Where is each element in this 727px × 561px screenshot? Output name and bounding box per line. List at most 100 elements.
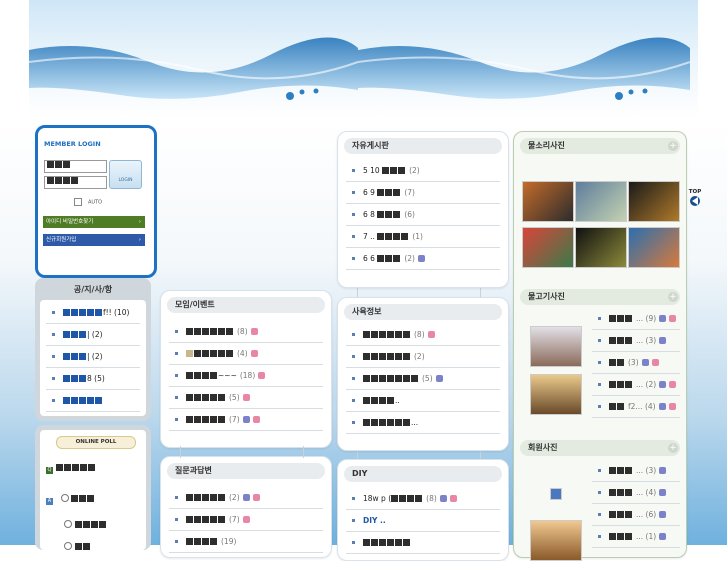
notice-item-text: | (2) xyxy=(87,352,103,361)
list-item[interactable]: | (2) xyxy=(46,346,140,368)
list-item-text: ... (1) xyxy=(636,532,657,541)
login-button[interactable]: LOGIN xyxy=(109,160,142,189)
poll-option[interactable]: A xyxy=(46,494,95,505)
id-input[interactable] xyxy=(44,160,107,173)
list-item[interactable]: ... xyxy=(346,412,500,434)
list-item[interactable]: (3) xyxy=(592,352,680,374)
find-account-button[interactable]: 아이디 비밀번호찾기 › xyxy=(43,216,145,228)
join-button[interactable]: 신규회원가입 › xyxy=(43,234,145,246)
new-icon xyxy=(252,494,260,501)
list-item[interactable]: ... (2) xyxy=(592,374,680,396)
list-item[interactable]: ... (3) xyxy=(592,330,680,352)
comment-count: (1) xyxy=(412,232,423,241)
list-item[interactable] xyxy=(46,390,140,412)
list-item[interactable]: ... (4) xyxy=(592,482,680,504)
list-item[interactable]: (7) xyxy=(169,509,323,531)
comment-count: (8) xyxy=(237,327,248,336)
poll-radio[interactable] xyxy=(64,542,72,550)
diy-panel: DIY 18w p ((8) DIY .. xyxy=(337,459,509,561)
list-item-text: 7 .. xyxy=(363,232,375,241)
broken-image-icon xyxy=(550,488,562,500)
list-item-text: 6 8 xyxy=(363,210,375,219)
plus-icon[interactable]: + xyxy=(668,141,678,151)
list-item[interactable] xyxy=(346,532,500,554)
plus-icon[interactable]: + xyxy=(668,292,678,302)
list-item[interactable]: 7 .. (1) xyxy=(346,226,500,248)
list-item[interactable]: 5 10 (2) xyxy=(346,160,500,182)
thumbnail[interactable] xyxy=(522,181,574,222)
auto-login-checkbox[interactable] xyxy=(74,198,82,206)
list-item[interactable]: .. xyxy=(346,390,500,412)
list-item[interactable]: (5) xyxy=(169,387,323,409)
free-board-panel: 자유게시판 5 10 (2) 6 9 (7) 6 8 (6) 7 .. (1) … xyxy=(337,131,509,288)
list-item[interactable]: | (2) xyxy=(46,324,140,346)
fish-icon xyxy=(690,196,700,206)
list-item[interactable]: f2... (4) xyxy=(592,396,680,418)
photo-icon xyxy=(242,494,250,501)
list-item[interactable]: (2) xyxy=(346,346,500,368)
list-item[interactable]: ... (3) xyxy=(592,460,680,482)
thumbnail[interactable] xyxy=(575,227,627,268)
list-item[interactable]: (19) xyxy=(169,531,323,553)
list-item[interactable]: ... (6) xyxy=(592,504,680,526)
thumbnail[interactable] xyxy=(530,520,582,561)
photo-icon xyxy=(242,416,250,423)
member-login-box: MEMBER LOGIN LOGIN AUTO 아이디 비밀번호찾기 › 신규회원… xyxy=(35,125,157,278)
new-icon xyxy=(449,495,457,502)
list-item[interactable]: (5) xyxy=(346,368,500,390)
thumbnail[interactable] xyxy=(530,326,582,367)
thumbnail[interactable] xyxy=(522,227,574,268)
comment-count: (18) xyxy=(239,371,256,380)
list-item[interactable]: (2) xyxy=(169,487,323,509)
photo-icon xyxy=(435,375,443,382)
list-item[interactable]: 8 (5) xyxy=(46,368,140,390)
list-item-text: f2... (4) xyxy=(628,402,656,411)
qa-panel: 질문과답변 (2) (7) (19) xyxy=(160,456,332,558)
new-icon xyxy=(250,350,258,357)
comment-count: (8) xyxy=(426,494,437,503)
list-item[interactable]: (7) xyxy=(169,409,323,431)
comment-count: (6) xyxy=(404,210,415,219)
list-item-text: 6 6 xyxy=(363,254,375,263)
notice-item-text: f!! (10) xyxy=(103,308,130,317)
plus-icon[interactable]: + xyxy=(668,443,678,453)
events-title: 모임/이벤트 xyxy=(167,297,325,313)
find-account-label: 아이디 비밀번호찾기 xyxy=(46,219,94,225)
login-title: MEMBER LOGIN xyxy=(44,140,101,148)
list-item[interactable]: 18w p ((8) xyxy=(346,488,500,510)
arrow-right-icon: › xyxy=(138,219,141,225)
photo1-title: 물소리사진 xyxy=(520,138,680,154)
thumbnail[interactable] xyxy=(628,227,680,268)
list-item[interactable]: (8) xyxy=(169,321,323,343)
new-icon xyxy=(427,331,435,338)
comment-count: (8) xyxy=(414,330,425,339)
list-item[interactable]: 6 9 (7) xyxy=(346,182,500,204)
photo2-title: 물고기사진 xyxy=(520,289,680,305)
list-item[interactable]: f!! (10) xyxy=(46,302,140,324)
list-item[interactable]: (4) xyxy=(169,343,323,365)
online-poll-panel: ONLINE POLL Q A xyxy=(35,425,151,550)
qa-title: 질문과답변 xyxy=(167,463,325,479)
poll-option[interactable] xyxy=(64,520,107,530)
password-input[interactable] xyxy=(44,176,107,189)
poll-radio[interactable] xyxy=(64,520,72,528)
poll-option[interactable] xyxy=(64,542,91,552)
water-wave-image xyxy=(28,37,691,100)
list-item[interactable]: DIY .. xyxy=(346,510,500,532)
thumbnail[interactable] xyxy=(530,374,582,415)
breeding-title: 사육정보 xyxy=(344,304,502,320)
list-item[interactable]: ~~~ (18) xyxy=(169,365,323,387)
list-item[interactable]: ... (9) xyxy=(592,308,680,330)
list-item[interactable]: (8) xyxy=(346,324,500,346)
list-item[interactable]: 6 6 (2) xyxy=(346,248,500,270)
top-button[interactable]: TOP xyxy=(686,189,704,213)
thumbnail[interactable] xyxy=(628,181,680,222)
list-item[interactable]: 6 8 (6) xyxy=(346,204,500,226)
auto-login[interactable]: AUTO xyxy=(74,198,102,206)
list-item-text: ~~~ xyxy=(218,371,237,380)
new-icon xyxy=(258,372,266,379)
right-photo-column: 물소리사진 + 물고기사진 + ... (9) ... (3) (3) ... … xyxy=(513,131,687,561)
poll-radio[interactable] xyxy=(60,494,69,502)
breeding-info-panel: 사육정보 (8) (2) (5) .. ... xyxy=(337,297,509,451)
thumbnail[interactable] xyxy=(575,181,627,222)
